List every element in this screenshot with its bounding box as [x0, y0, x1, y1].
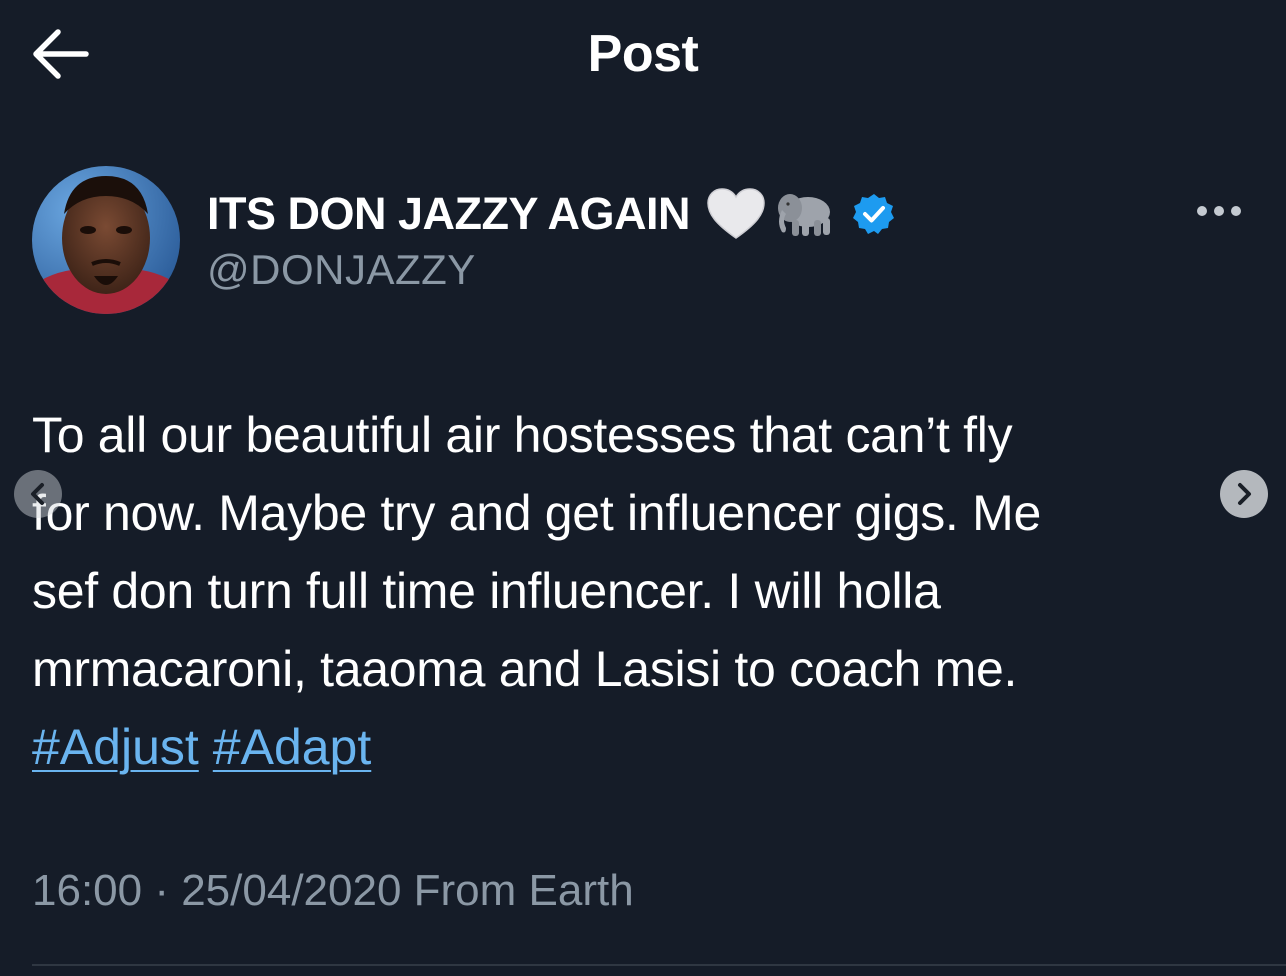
- hashtag-link[interactable]: #Adapt: [213, 719, 371, 775]
- author-name-row: ITS DON JAZZY AGAIN: [207, 182, 896, 246]
- author-handle[interactable]: @DONJAZZY: [207, 246, 476, 294]
- post-text-line: sef don turn full time influencer. I wil…: [32, 563, 941, 619]
- hashtags-row: #Adjust #Adapt: [32, 708, 371, 786]
- post-text-line: for now. Maybe try and get influencer gi…: [32, 485, 1041, 541]
- previous-button[interactable]: [14, 470, 62, 518]
- next-button[interactable]: [1220, 470, 1268, 518]
- post-text-line: To all our beautiful air hostesses that …: [32, 407, 1013, 463]
- divider: [32, 964, 1286, 966]
- more-dots-icon: [1197, 206, 1241, 216]
- avatar[interactable]: [32, 166, 180, 314]
- chevron-left-icon: [31, 483, 44, 505]
- avatar-photo: [32, 166, 180, 314]
- hashtag-link[interactable]: #Adjust: [32, 719, 199, 775]
- verified-badge-icon: [853, 194, 895, 234]
- post-text: To all our beautiful air hostesses that …: [32, 396, 1222, 708]
- post-timestamp: 16:00 · 25/04/2020 From Earth: [32, 866, 634, 915]
- more-options-button[interactable]: [1190, 192, 1250, 230]
- elephant-emoji-icon: [778, 194, 831, 236]
- page-title: Post: [587, 25, 699, 83]
- chevron-right-icon: [1238, 483, 1251, 505]
- top-bar: Post: [0, 0, 1286, 110]
- post-text-line: mrmacaroni, taaoma and Lasisi to coach m…: [32, 641, 1018, 697]
- white-heart-emoji-icon: [707, 188, 765, 239]
- author-display-name[interactable]: ITS DON JAZZY AGAIN: [207, 188, 691, 240]
